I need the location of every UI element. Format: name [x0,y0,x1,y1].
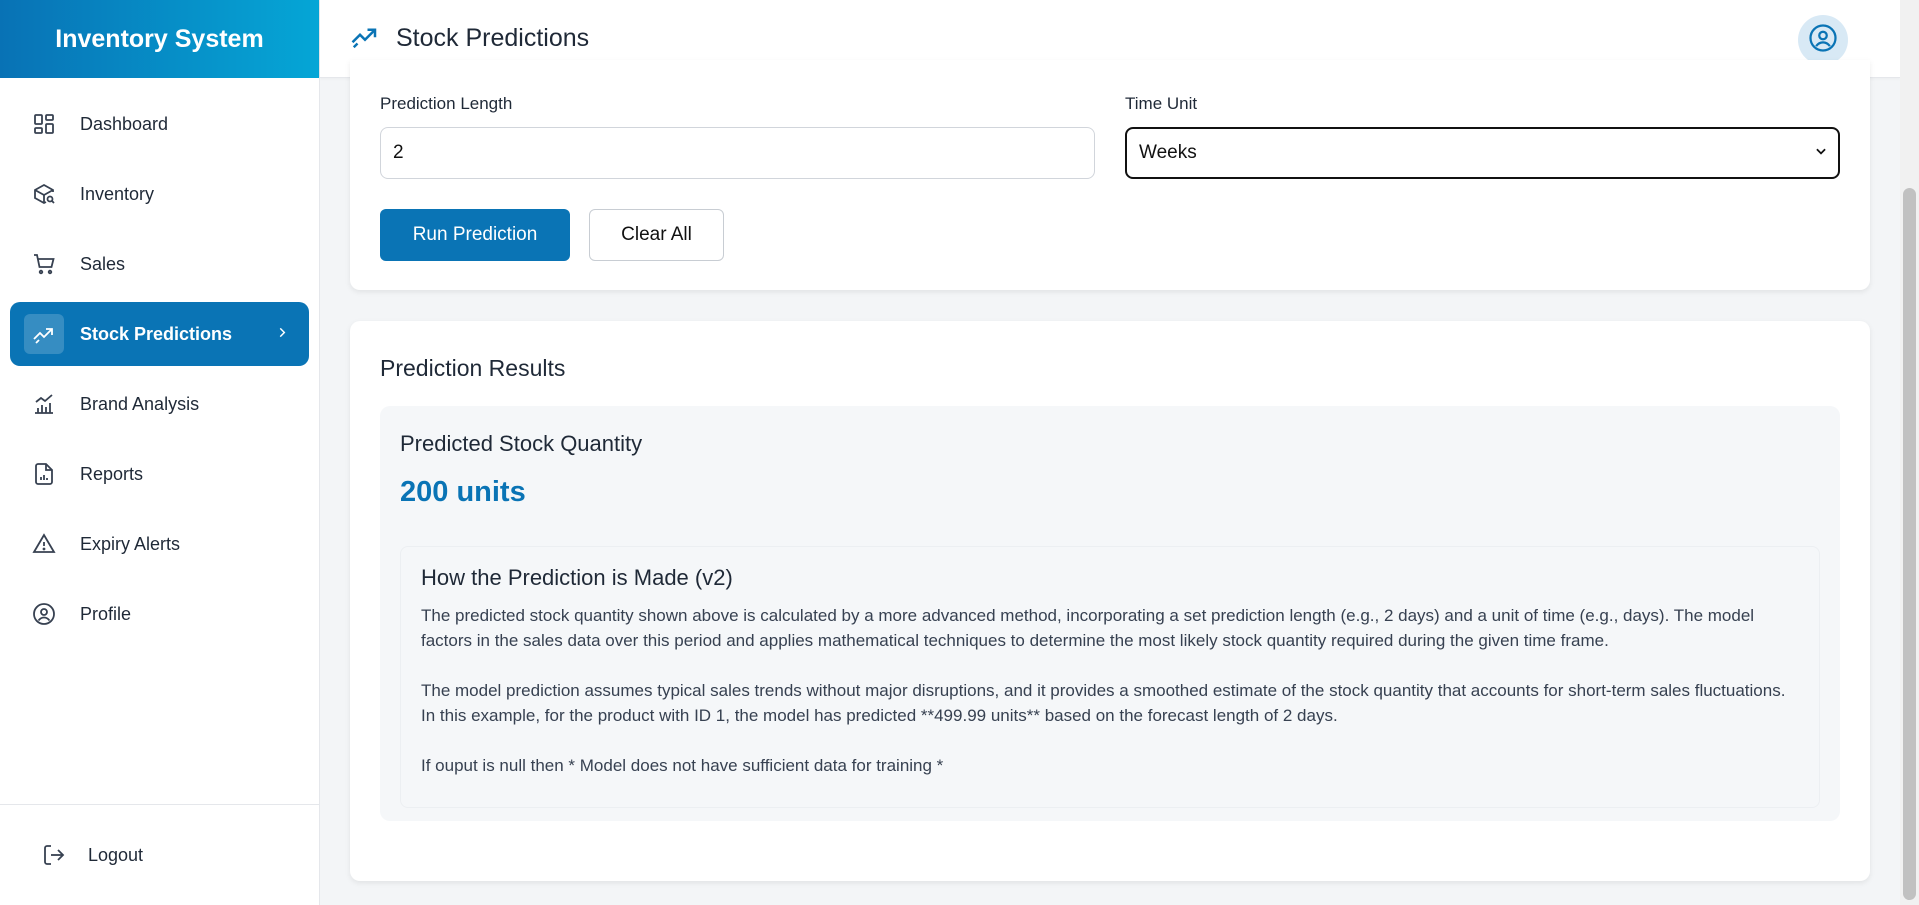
sidebar-nav: Dashboard Inventory Sales Stock Predicti… [0,78,319,646]
prediction-length-label: Prediction Length [380,94,513,113]
user-avatar-button[interactable] [1798,15,1848,65]
prediction-explanation: How the Prediction is Made (v2) The pred… [400,546,1820,808]
page-title: Stock Predictions [396,24,590,52]
sidebar-item-label: Stock Predictions [80,323,233,344]
chevron-down-icon [1814,142,1828,164]
prediction-results-card: Prediction Results Predicted Stock Quant… [350,321,1870,881]
logout-button[interactable]: Logout [0,804,320,905]
trending-icon [24,314,64,354]
chevron-right-icon [275,324,289,345]
package-search-icon [30,180,58,208]
sidebar-item-label: Dashboard [80,113,169,134]
scrollbar-thumb[interactable] [1903,188,1916,900]
explanation-paragraph: The predicted stock quantity shown above… [421,606,1755,650]
sidebar-item-stock-predictions[interactable]: Stock Predictions [10,302,309,366]
sidebar-item-label: Reports [80,463,144,484]
run-prediction-button[interactable]: Run Prediction [380,209,570,261]
user-circle-icon [1808,23,1838,58]
app-brand: Inventory System [0,0,319,78]
prediction-length-input[interactable]: 2 [380,127,1095,179]
page-scrollbar[interactable] [1900,0,1919,905]
bar-chart-icon [30,390,58,418]
sidebar-item-expiry-alerts[interactable]: Expiry Alerts [10,512,309,576]
sidebar-item-label: Profile [80,603,132,624]
explanation-paragraph: The model prediction assumes typical sal… [421,681,1786,725]
predicted-quantity-value: 200 units [400,476,526,508]
logout-label: Logout [88,844,144,865]
result-box: Predicted Stock Quantity 200 units How t… [380,406,1840,821]
sidebar-item-sales[interactable]: Sales [10,232,309,296]
warning-triangle-icon [30,530,58,558]
sidebar-item-label: Sales [80,253,126,274]
sidebar: Inventory System Dashboard Inventory Sal… [0,0,320,905]
clear-all-button[interactable]: Clear All [589,209,724,261]
sidebar-item-label: Inventory [80,183,155,204]
sidebar-item-label: Expiry Alerts [80,533,181,554]
sidebar-item-label: Brand Analysis [80,393,200,414]
report-file-icon [30,460,58,488]
time-unit-select[interactable]: Weeks [1125,127,1840,179]
prediction-form-card: Prediction Length 2 Time Unit Weeks Run … [350,60,1870,290]
time-unit-value: Weeks [1139,142,1197,163]
sidebar-item-reports[interactable]: Reports [10,442,309,506]
user-circle-icon [30,600,58,628]
trending-icon [350,21,380,56]
logout-icon [42,843,66,867]
sidebar-item-dashboard[interactable]: Dashboard [10,92,309,156]
explanation-title: How the Prediction is Made (v2) [421,565,733,590]
explanation-note: If ouput is null then * Model does not h… [421,756,944,775]
predicted-quantity-label: Predicted Stock Quantity [400,431,643,456]
dashboard-grid-icon [30,110,58,138]
time-unit-label: Time Unit [1125,94,1198,113]
sidebar-item-inventory[interactable]: Inventory [10,162,309,226]
sidebar-item-profile[interactable]: Profile [10,582,309,646]
sidebar-item-brand-analysis[interactable]: Brand Analysis [10,372,309,436]
shopping-cart-icon [30,250,58,278]
results-title: Prediction Results [380,355,566,381]
